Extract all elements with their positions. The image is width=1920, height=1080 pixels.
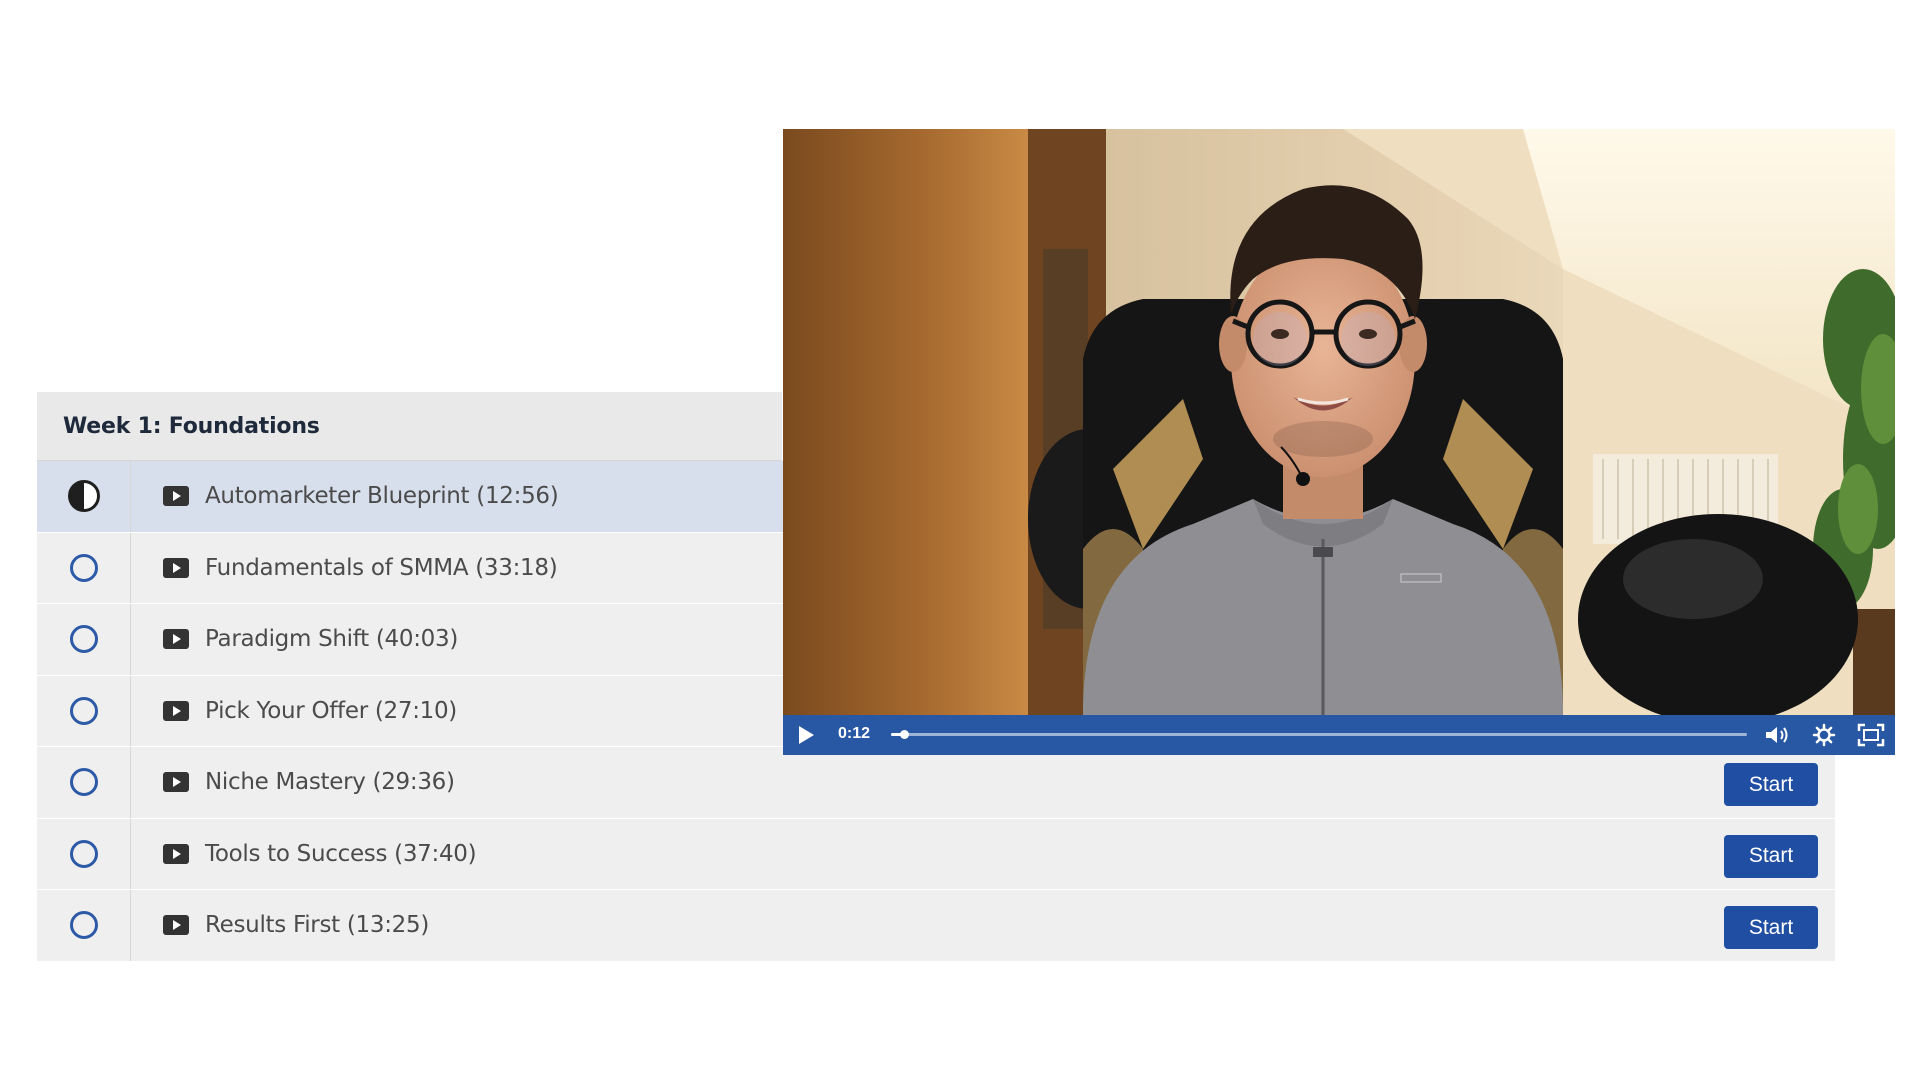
lecture-row-6[interactable]: Tools to Success (37:40) Start (37, 818, 1835, 890)
video-icon (163, 557, 189, 578)
lecture-title: Results First (13:25) (205, 912, 430, 939)
progress-bar[interactable] (891, 730, 1747, 739)
play-icon[interactable] (797, 725, 815, 745)
section-header: Week 1: Foundations (37, 392, 782, 461)
lecture-title: Automarketer Blueprint (12:56) (205, 483, 559, 510)
video-icon (163, 486, 189, 507)
status-cell (37, 747, 131, 818)
video-icon (163, 629, 189, 650)
progress-handle[interactable] (899, 730, 909, 739)
video-icon (163, 772, 189, 793)
half-complete-icon (67, 480, 100, 513)
status-cell (37, 890, 131, 961)
incomplete-circle-icon (69, 911, 98, 940)
lecture-title: Niche Mastery (29:36) (205, 769, 455, 796)
incomplete-circle-icon (69, 625, 98, 654)
status-cell (37, 532, 131, 603)
video-frame[interactable] (783, 129, 1895, 715)
incomplete-circle-icon (69, 768, 98, 797)
status-cell (37, 675, 131, 746)
incomplete-circle-icon (69, 553, 98, 582)
status-cell (37, 818, 131, 889)
start-button[interactable]: Start (1724, 834, 1818, 878)
incomplete-circle-icon (69, 696, 98, 725)
video-control-bar: 0:12 (783, 715, 1895, 755)
lecture-title: Paradigm Shift (40:03) (205, 626, 459, 653)
page: Week 1: Foundations Automarketer Bluepri… (0, 0, 1920, 1080)
lecture-title: Fundamentals of SMMA (33:18) (205, 554, 558, 581)
lecture-row-7[interactable]: Results First (13:25) Start (37, 890, 1835, 962)
current-time: 0:12 (838, 725, 871, 742)
video-icon (163, 915, 189, 936)
start-button[interactable]: Start (1724, 763, 1818, 806)
settings-gear-icon[interactable] (1812, 723, 1836, 747)
fullscreen-icon[interactable] (1857, 723, 1885, 747)
incomplete-circle-icon (69, 839, 98, 868)
status-cell (37, 604, 131, 675)
video-player[interactable]: 0:12 (783, 129, 1895, 755)
status-cell (37, 461, 131, 532)
lecture-title: Tools to Success (37:40) (205, 840, 477, 867)
lecture-row-5[interactable]: Niche Mastery (29:36) Start (37, 747, 1835, 819)
volume-icon[interactable] (1764, 723, 1790, 747)
section-title: Week 1: Foundations (63, 413, 320, 439)
start-button[interactable]: Start (1724, 906, 1818, 949)
lecture-title: Pick Your Offer (27:10) (205, 697, 457, 724)
video-icon (163, 700, 189, 721)
video-icon (163, 843, 189, 864)
